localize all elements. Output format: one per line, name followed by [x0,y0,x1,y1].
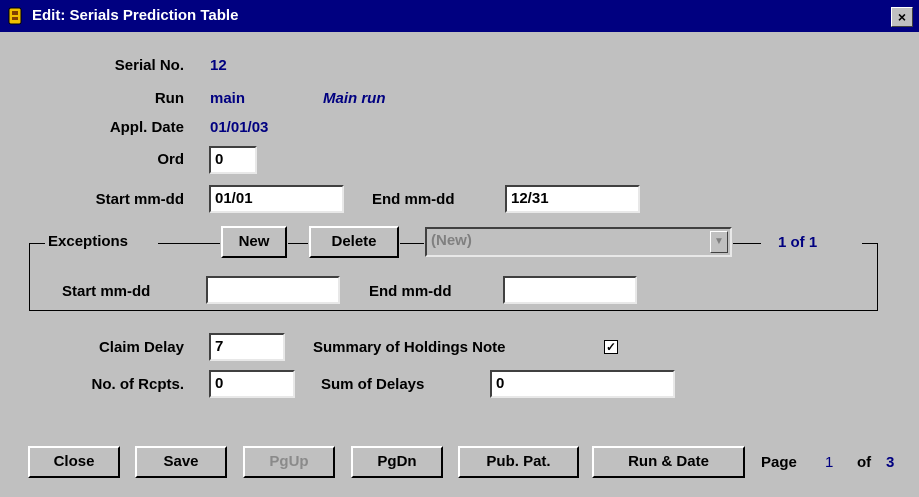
ord-label: Ord [157,151,184,168]
exceptions-select-value: (New) [431,232,472,249]
group-border-top-left [29,243,45,244]
exceptions-new-button[interactable]: New [221,226,287,258]
summary-holdings-checkbox[interactable]: ✓ [604,340,618,354]
run-label: Run [154,90,184,107]
appl-date-value: 01/01/03 [210,119,269,136]
group-border-top [288,243,308,244]
exc-start-label: Start mm-dd [62,283,151,300]
pgup-button[interactable]: PgUp [243,446,335,478]
group-border-top [400,243,424,244]
end-input[interactable]: 12/31 [505,185,640,213]
summary-holdings-label: Summary of Holdings Note [313,339,506,356]
page-total: 3 [886,454,895,471]
group-border-bottom [29,310,878,311]
sum-delays-label: Sum of Delays [321,376,425,393]
exceptions-select[interactable]: (New) ▼ [425,227,732,257]
exc-end-input[interactable] [503,276,637,304]
window-title: Edit: Serials Prediction Table [32,7,239,24]
title-bar[interactable]: Edit: Serials Prediction Table × [0,0,919,32]
run-date-button[interactable]: Run & Date [592,446,745,478]
end-label: End mm-dd [372,191,455,208]
rcpts-label: No. of Rcpts. [91,376,185,393]
start-input[interactable]: 01/01 [209,185,344,213]
checkmark-icon: ✓ [605,340,617,354]
run-value: main [210,90,246,107]
page-label: Page [761,454,797,471]
edit-dialog: Edit: Serials Prediction Table × Serial … [0,0,919,497]
page-current: 1 [825,454,834,471]
chevron-down-icon[interactable]: ▼ [710,231,728,253]
app-icon [8,7,22,25]
group-border-top [158,243,220,244]
page-of-label: of [857,454,872,471]
serial-no-value: 12 [210,57,227,74]
group-border-left [29,243,30,310]
pub-pat-button[interactable]: Pub. Pat. [458,446,579,478]
claim-delay-label: Claim Delay [98,339,184,356]
start-label: Start mm-dd [95,191,184,208]
save-button[interactable]: Save [135,446,227,478]
exceptions-label: Exceptions [48,233,129,250]
group-border-top [733,243,761,244]
close-icon[interactable]: × [891,7,913,27]
appl-date-label: Appl. Date [109,119,184,136]
pgdn-button[interactable]: PgDn [351,446,443,478]
exceptions-position: 1 of 1 [778,234,818,251]
close-button[interactable]: Close [28,446,120,478]
group-border-top-right [862,243,878,244]
exc-end-label: End mm-dd [369,283,452,300]
rcpts-input[interactable]: 0 [209,370,295,398]
serial-no-label: Serial No. [114,57,184,74]
group-border-right [877,243,878,310]
exceptions-delete-button[interactable]: Delete [309,226,399,258]
claim-delay-input[interactable]: 7 [209,333,285,361]
ord-input[interactable]: 0 [209,146,257,174]
run-description: Main run [323,90,386,107]
sum-delays-input[interactable]: 0 [490,370,675,398]
exc-start-input[interactable] [206,276,340,304]
